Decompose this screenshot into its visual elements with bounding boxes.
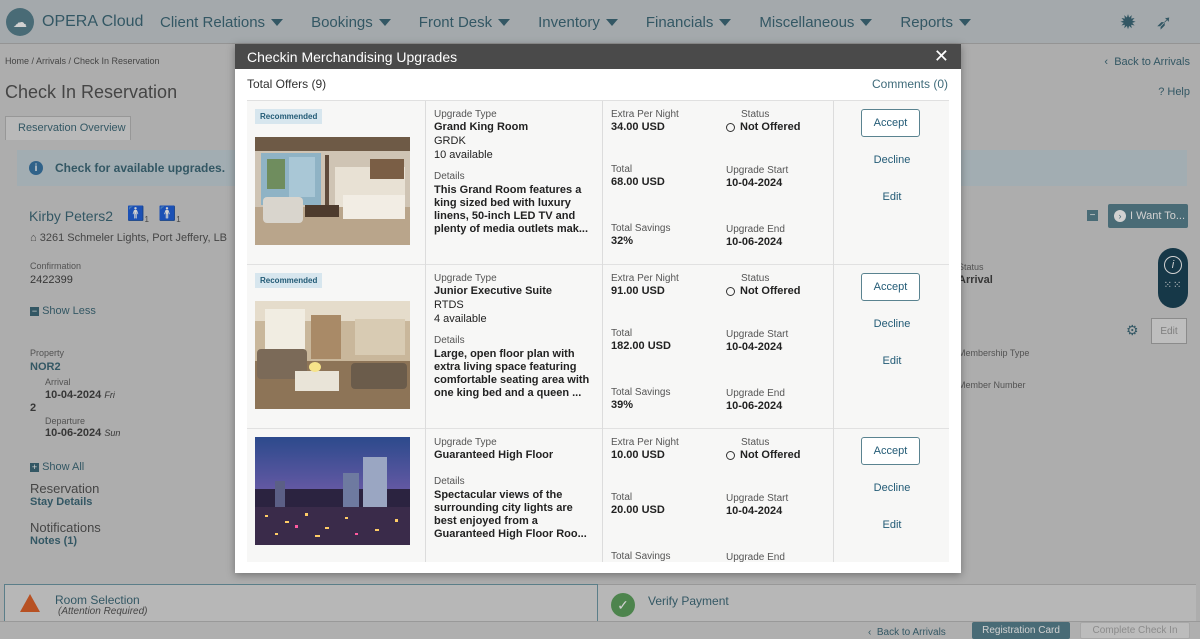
actions-column: Accept Decline Edit xyxy=(833,265,949,429)
room-photo xyxy=(255,137,410,245)
upgrade-start-label: Upgrade Start xyxy=(726,329,789,340)
close-icon[interactable]: ✕ xyxy=(934,46,949,67)
offers-list[interactable]: Recommended Upgrade Type Grand King Room… xyxy=(247,100,949,562)
extra-per-night-label: Extra Per Night xyxy=(611,437,679,448)
total-label: Total xyxy=(611,492,633,503)
status-label: Status xyxy=(741,109,770,120)
upgrade-end-value: 10-06-2024 xyxy=(726,236,783,248)
status-value: Not Offered xyxy=(726,121,825,134)
accept-button[interactable]: Accept xyxy=(861,437,920,465)
total-label: Total xyxy=(611,164,633,175)
edit-link[interactable]: Edit xyxy=(834,191,949,203)
room-name: Grand King Room xyxy=(434,121,529,133)
room-code: RTDS xyxy=(434,299,464,311)
extra-per-night-value: 91.00 USD xyxy=(611,285,665,297)
total-value: 182.00 USD xyxy=(611,340,671,352)
upgrade-start-value: 10-04-2024 xyxy=(726,177,783,189)
upgrade-type-column: Upgrade Type Junior Executive Suite RTDS… xyxy=(425,265,601,429)
offer-row: Recommended Upgrade Type Grand King Room… xyxy=(247,101,949,265)
total-value: 68.00 USD xyxy=(611,176,665,188)
availability: 4 available xyxy=(434,313,487,325)
total-savings-label: Total Savings xyxy=(611,551,671,562)
upgrade-start-value: 10-04-2024 xyxy=(726,505,783,517)
upgrade-end-label: Upgrade End xyxy=(726,552,785,562)
total-savings-label: Total Savings xyxy=(611,223,671,234)
accept-button[interactable]: Accept xyxy=(861,273,920,301)
status-column: Status Not Offered Upgrade Start 10-04-2… xyxy=(717,101,833,265)
dialog-title: Checkin Merchandising Upgrades xyxy=(247,48,458,65)
upgrade-type-column: Upgrade Type Guaranteed High Floor Detai… xyxy=(425,429,601,562)
details-label: Details xyxy=(434,476,465,487)
upgrade-type-column: Upgrade Type Grand King Room GRDK 10 ava… xyxy=(425,101,601,265)
total-offers: Total Offers (9) xyxy=(247,77,327,91)
total-value: 20.00 USD xyxy=(611,504,665,516)
upgrade-end-label: Upgrade End xyxy=(726,224,785,235)
details-label: Details xyxy=(434,171,465,182)
status-value: Not Offered xyxy=(726,285,825,298)
extra-per-night-label: Extra Per Night xyxy=(611,273,679,284)
actions-column: Accept Decline Edit xyxy=(833,429,949,562)
radio-icon[interactable] xyxy=(726,450,735,460)
comments-link[interactable]: Comments (0) xyxy=(872,77,948,91)
total-savings-value: 32% xyxy=(611,235,634,247)
upgrade-end-value: 10-06-2024 xyxy=(726,400,783,412)
upgrades-dialog: Checkin Merchandising Upgrades ✕ Total O… xyxy=(235,44,961,573)
total-savings-label: Total Savings xyxy=(611,387,671,398)
offer-row: Recommended Upgrade Type Junior Executiv… xyxy=(247,265,949,429)
room-description: This Grand Room features a king sized be… xyxy=(434,184,589,235)
upgrade-start-label: Upgrade Start xyxy=(726,493,789,504)
status-column: Status Not Offered Upgrade Start 10-04-2… xyxy=(717,265,833,429)
recommended-badge: Recommended xyxy=(255,109,323,124)
upgrade-type-label: Upgrade Type xyxy=(434,273,497,284)
upgrade-start-label: Upgrade Start xyxy=(726,165,789,176)
pricing-column: Extra Per Night 34.00 USD Total 68.00 US… xyxy=(602,101,717,265)
status-label: Status xyxy=(741,437,770,448)
room-photo xyxy=(255,301,410,409)
radio-icon[interactable] xyxy=(726,286,735,296)
recommended-badge: Recommended xyxy=(255,273,323,288)
room-name: Junior Executive Suite xyxy=(434,285,552,297)
status-value: Not Offered xyxy=(726,449,825,462)
accept-button[interactable]: Accept xyxy=(861,109,920,137)
total-label: Total xyxy=(611,328,633,339)
upgrade-type-label: Upgrade Type xyxy=(434,437,497,448)
room-code: GRDK xyxy=(434,135,466,147)
dialog-toolbar: Total Offers (9) Comments (0) xyxy=(235,69,961,99)
pricing-column: Extra Per Night 10.00 USD Total 20.00 US… xyxy=(602,429,717,562)
total-savings-value: 39% xyxy=(611,399,634,411)
decline-link[interactable]: Decline xyxy=(834,318,949,330)
edit-link[interactable]: Edit xyxy=(834,519,949,531)
actions-column: Accept Decline Edit xyxy=(833,101,949,265)
dialog-header: Checkin Merchandising Upgrades ✕ xyxy=(235,44,961,69)
extra-per-night-label: Extra Per Night xyxy=(611,109,679,120)
pricing-column: Extra Per Night 91.00 USD Total 182.00 U… xyxy=(602,265,717,429)
room-photo xyxy=(255,437,410,545)
radio-icon[interactable] xyxy=(726,122,735,132)
room-description: Spectacular views of the surrounding cit… xyxy=(434,489,587,540)
upgrade-end-label: Upgrade End xyxy=(726,388,785,399)
status-column: Status Not Offered Upgrade Start 10-04-2… xyxy=(717,429,833,562)
status-label: Status xyxy=(741,273,770,284)
decline-link[interactable]: Decline xyxy=(834,154,949,166)
offer-row: Upgrade Type Guaranteed High Floor Detai… xyxy=(247,429,949,562)
upgrade-type-label: Upgrade Type xyxy=(434,109,497,120)
details-label: Details xyxy=(434,335,465,346)
extra-per-night-value: 10.00 USD xyxy=(611,449,665,461)
availability: 10 available xyxy=(434,149,493,161)
edit-link[interactable]: Edit xyxy=(834,355,949,367)
extra-per-night-value: 34.00 USD xyxy=(611,121,665,133)
upgrade-start-value: 10-04-2024 xyxy=(726,341,783,353)
decline-link[interactable]: Decline xyxy=(834,482,949,494)
room-description: Large, open floor plan with extra living… xyxy=(434,348,590,399)
room-name: Guaranteed High Floor xyxy=(434,449,554,461)
